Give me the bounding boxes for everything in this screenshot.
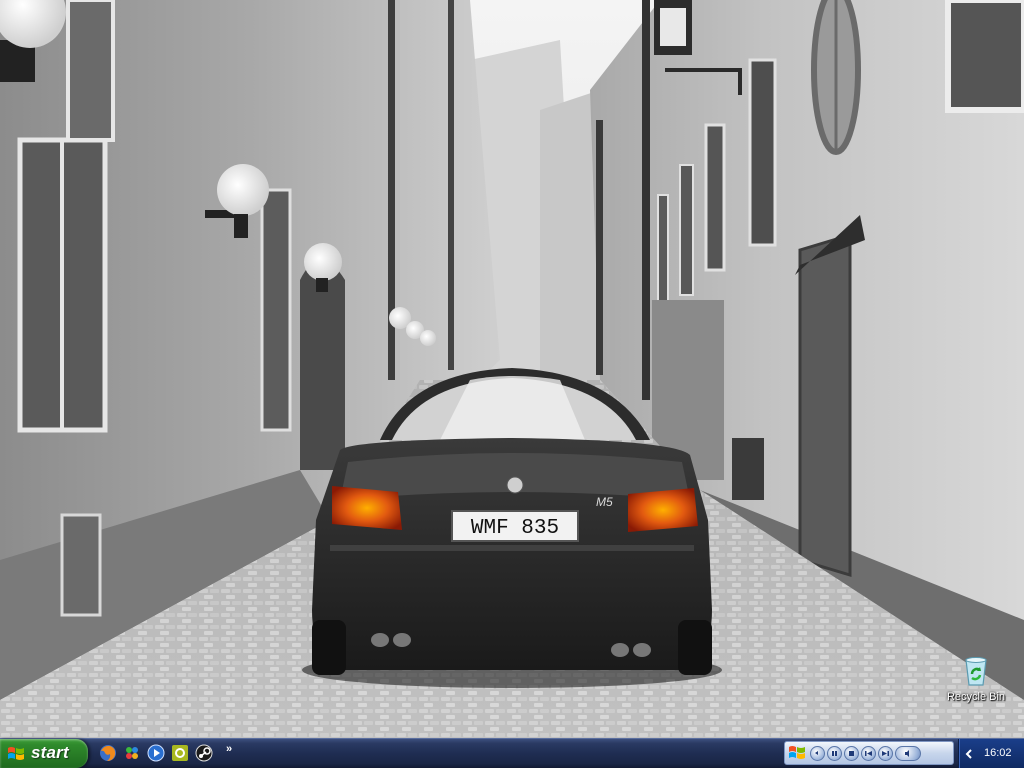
next-icon[interactable] <box>878 745 893 761</box>
windows-logo-icon <box>7 745 25 763</box>
app-icon[interactable] <box>170 743 190 763</box>
prev-icon[interactable] <box>861 745 876 761</box>
start-label: start <box>31 743 69 762</box>
wallpaper-street-scene: M5 WMF 835 <box>0 0 1024 738</box>
play-pause-icon[interactable] <box>827 745 842 761</box>
show-hidden-icons-button[interactable] <box>964 747 974 759</box>
desktop-icon-recycle-bin[interactable]: Recycle Bin <box>940 654 1012 703</box>
windows-media-player-icon[interactable] <box>788 744 806 762</box>
car-badge: M5 <box>596 495 613 509</box>
quick-launch <box>98 743 214 765</box>
quick-launch-more[interactable]: » <box>226 743 232 755</box>
messenger-icon[interactable] <box>122 743 142 763</box>
steam-icon[interactable] <box>194 743 214 763</box>
media-player-toolbar <box>784 741 954 765</box>
firefox-icon[interactable] <box>98 743 118 763</box>
clock[interactable]: 16:02 <box>984 747 1012 759</box>
license-plate: WMF 835 <box>471 517 559 540</box>
stop-icon[interactable] <box>844 745 859 761</box>
taskbar: start » 16:02 <box>0 738 1024 768</box>
media-player-icon[interactable] <box>146 743 166 763</box>
start-button[interactable]: start <box>0 739 88 768</box>
recycle-bin-icon <box>959 654 993 688</box>
desktop-icon-label: Recycle Bin <box>946 691 1006 703</box>
system-tray: 16:02 <box>958 739 1024 768</box>
restore-icon[interactable] <box>810 745 825 761</box>
volume-icon[interactable] <box>895 745 921 761</box>
desktop-wallpaper: M5 WMF 835 <box>0 0 1024 738</box>
